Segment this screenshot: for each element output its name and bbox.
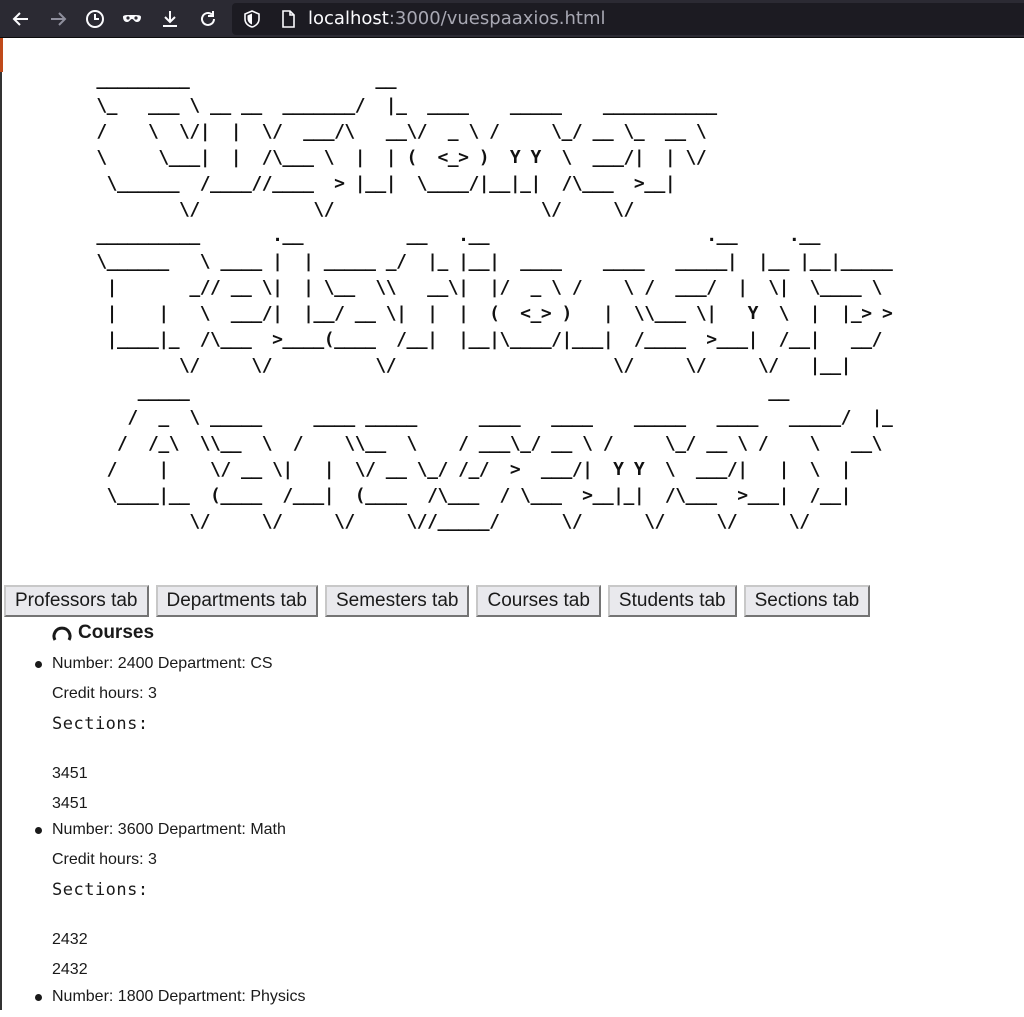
shield-icon[interactable] [242,9,262,29]
forward-button[interactable] [45,6,71,32]
tab-sections[interactable]: Sections tab [743,585,871,617]
page-icon [282,10,295,28]
courses-heading: Courses [52,622,154,644]
course-credit-line: Credit hours: 3 [52,851,157,868]
url-host: localhost [308,8,389,29]
url-text[interactable]: localhost:3000/vuespaaxios.html [308,9,606,29]
sections-label: Sections: [52,714,149,734]
course-item: Number: 1800 Department: Physics [35,987,306,1017]
clock-icon [86,10,104,28]
course-item: Number: 3600 Department: Math Credit hou… [35,820,286,990]
section-number: 3451 [52,765,88,782]
reload-icon [201,11,215,26]
address-bar[interactable]: localhost:3000/vuespaaxios.html [232,3,1024,35]
ascii-banner: _________ __ \_ ___ \ __ __ _______/ |_ … [96,69,893,532]
section-number: 2432 [52,931,88,948]
mask-icon [123,15,141,22]
history-button[interactable] [82,6,108,32]
bullet-icon [35,994,42,1001]
reload-button[interactable] [195,6,221,32]
page-left-edge [0,38,2,1010]
downloads-button[interactable] [157,6,183,32]
tab-bar: Professors tab Departments tab Semesters… [4,585,871,617]
private-browsing-button[interactable] [119,6,145,32]
sections-label: Sections: [52,880,149,900]
course-number-line: Number: 3600 Department: Math [52,821,286,838]
tab-departments[interactable]: Departments tab [155,585,318,617]
course-number-line: Number: 1800 Department: Physics [52,988,306,1005]
course-item: Number: 2400 Department: CS Credit hours… [35,654,273,824]
bullet-icon [35,661,42,668]
course-number-line: Number: 2400 Department: CS [52,655,273,672]
back-button[interactable] [8,6,34,32]
tab-courses[interactable]: Courses tab [476,585,601,617]
tab-students[interactable]: Students tab [607,585,737,617]
spinner-icon [52,626,72,641]
bullet-icon [35,827,42,834]
url-path: :3000/vuespaaxios.html [388,8,606,29]
browser-toolbar: localhost:3000/vuespaaxios.html [0,0,1024,38]
download-icon [163,11,177,27]
course-credit-line: Credit hours: 3 [52,685,157,702]
tab-professors[interactable]: Professors tab [4,585,149,617]
tab-semesters[interactable]: Semesters tab [324,585,470,617]
forward-arrow-icon [51,12,67,26]
page-left-edge-accent [0,38,3,72]
back-arrow-icon [12,12,28,26]
section-number: 2432 [52,961,88,978]
courses-title: Courses [78,622,155,643]
